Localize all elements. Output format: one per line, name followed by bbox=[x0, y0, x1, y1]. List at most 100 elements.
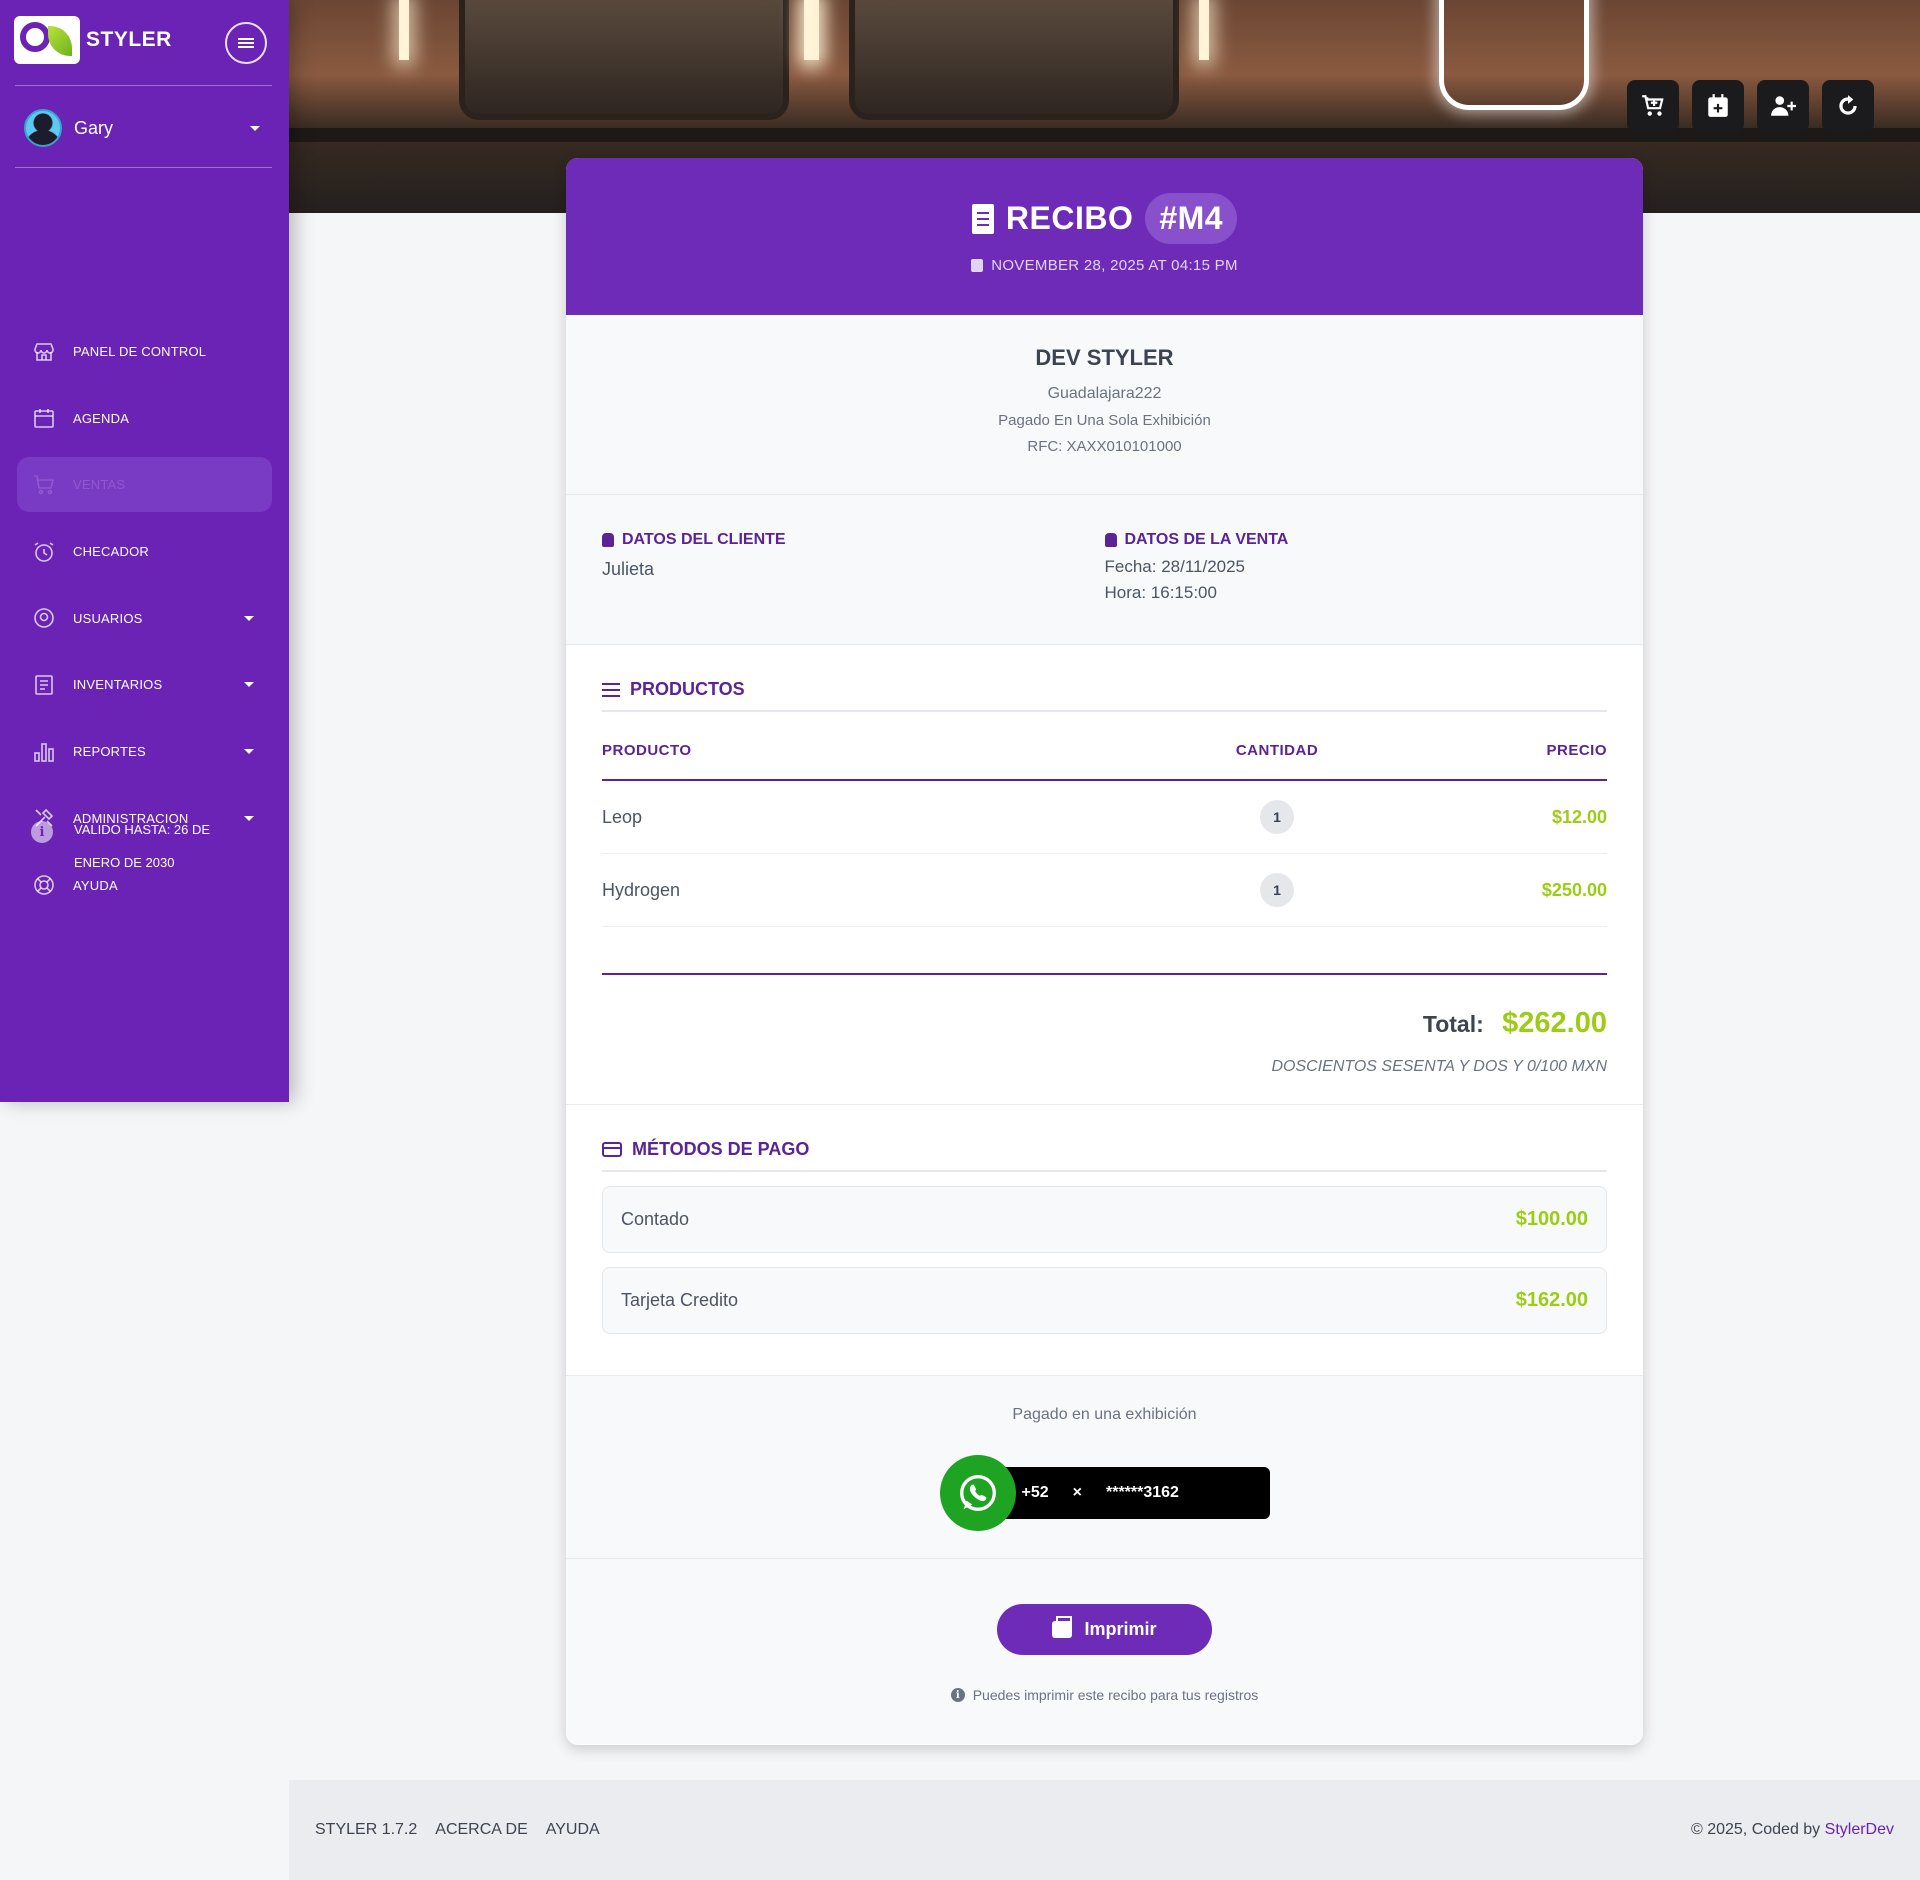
sidebar-item-agenda[interactable]: AGENDA bbox=[17, 391, 272, 446]
refresh-button[interactable] bbox=[1822, 80, 1874, 132]
quantity-badge: 1 bbox=[1260, 800, 1294, 834]
whatsapp-send[interactable]: +52 × ******3162 bbox=[939, 1455, 1270, 1531]
payment-item: Contado $100.00 bbox=[602, 1186, 1607, 1253]
menu-toggle-button[interactable] bbox=[225, 22, 267, 64]
cart-icon bbox=[31, 472, 57, 498]
receipt-title-text: RECIBO bbox=[1005, 200, 1134, 236]
caret-down-icon bbox=[244, 749, 254, 755]
whatsapp-button[interactable] bbox=[939, 1455, 1016, 1531]
products-section: PRODUCTOS PRODUCTO CANTIDAD PRECIO Leop … bbox=[566, 645, 1643, 1105]
receipt-card: RECIBO #M4 NOVEMBER 28, 2025 AT 04:15 PM… bbox=[566, 158, 1643, 1745]
payment-methods: MÉTODOS DE PAGO Contado $100.00 Tarjeta … bbox=[566, 1105, 1643, 1375]
caret-down-icon bbox=[250, 125, 260, 131]
total: Total: $262.00 bbox=[602, 1007, 1607, 1040]
sidebar-item-label: VENTAS bbox=[73, 477, 126, 493]
print-button-label: Imprimir bbox=[1084, 1619, 1157, 1639]
products-table: PRODUCTO CANTIDAD PRECIO Leop 1 $12.00 H… bbox=[602, 742, 1607, 975]
print-hint-text: Puedes imprimir este recibo para tus reg… bbox=[972, 1687, 1259, 1703]
sale-date: Fecha: 28/11/2025 bbox=[1104, 557, 1246, 576]
add-to-cart-button[interactable] bbox=[1627, 80, 1679, 132]
divider bbox=[15, 167, 272, 168]
add-user-button[interactable] bbox=[1757, 80, 1809, 132]
user-plus-icon bbox=[1771, 96, 1796, 116]
receipt-title: RECIBO #M4 bbox=[566, 158, 1643, 244]
add-appointment-button[interactable] bbox=[1692, 80, 1744, 132]
quantity-badge: 1 bbox=[1260, 873, 1294, 907]
footer-link-help[interactable]: AYUDA bbox=[546, 1821, 600, 1839]
page-footer: STYLER 1.7.2 ACERCA DE AYUDA © 2025, Cod… bbox=[289, 1780, 1920, 1880]
payment-methods-title: MÉTODOS DE PAGO bbox=[602, 1139, 1607, 1172]
sidebar-item-panel-de-control[interactable]: PANEL DE CONTROL bbox=[17, 324, 272, 379]
payment-method: Tarjeta Credito bbox=[621, 1290, 739, 1310]
client-details: DATOS DEL CLIENTE Julieta bbox=[602, 531, 1105, 644]
sidebar-item-label: AYUDA bbox=[73, 877, 118, 893]
sidebar-item-reportes[interactable]: REPORTES bbox=[17, 724, 272, 779]
table-row: Hydrogen 1 $250.00 bbox=[602, 854, 1607, 927]
business-info: DEV STYLER Guadalajara222 Pagado En Una … bbox=[566, 315, 1643, 495]
user-name: Gary bbox=[74, 117, 114, 138]
whatsapp-icon bbox=[959, 1475, 996, 1511]
credit-card-icon bbox=[602, 1142, 622, 1157]
copyright-link[interactable]: StylerDev bbox=[1825, 1821, 1894, 1838]
separator: × bbox=[1072, 1484, 1082, 1501]
sidebar-item-label: PANEL DE CONTROL bbox=[73, 344, 207, 359]
footer-link-about[interactable]: ACERCA DE bbox=[435, 1821, 527, 1839]
products-title-text: PRODUCTOS bbox=[630, 679, 745, 699]
printer-icon bbox=[1052, 1616, 1073, 1638]
footer-link-version[interactable]: STYLER 1.7.2 bbox=[315, 1821, 417, 1839]
business-payment-mode: Pagado En Una Sola Exhibición bbox=[998, 412, 1211, 429]
receipt-date-text: NOVEMBER 28, 2025 AT 04:15 PM bbox=[991, 257, 1238, 274]
payment-amount: $100.00 bbox=[1515, 1208, 1588, 1230]
column-header-qty: CANTIDAD bbox=[1235, 742, 1319, 759]
sale-label-text: DATOS DE LA VENTA bbox=[1124, 531, 1289, 548]
bar-chart-icon bbox=[31, 739, 57, 765]
column-header-price: PRECIO bbox=[1546, 742, 1607, 759]
caret-down-icon bbox=[244, 682, 254, 688]
license-info: i VALIDO HASTA: 26 DE ENERO DE 2030 bbox=[31, 813, 261, 879]
user-icon bbox=[602, 533, 614, 547]
product-price: $250.00 bbox=[1541, 879, 1607, 900]
business-name: DEV STYLER bbox=[1035, 345, 1174, 370]
user-menu[interactable]: Gary bbox=[24, 108, 260, 148]
refresh-icon bbox=[1839, 95, 1857, 115]
info-icon: i bbox=[950, 1688, 965, 1702]
sidebar-item-ventas[interactable]: VENTAS bbox=[17, 457, 272, 513]
paid-note: Pagado en una exhibición bbox=[1012, 1406, 1197, 1423]
client-label-text: DATOS DEL CLIENTE bbox=[622, 531, 786, 548]
hamburger-icon bbox=[238, 36, 254, 50]
product-name: Hydrogen bbox=[602, 879, 681, 900]
payment-item: Tarjeta Credito $162.00 bbox=[602, 1267, 1607, 1334]
sidebar-item-usuarios[interactable]: USUARIOS bbox=[17, 591, 272, 646]
calendar-icon bbox=[971, 259, 984, 272]
table-divider bbox=[602, 973, 1607, 975]
caret-down-icon bbox=[244, 615, 254, 621]
sale-data: DATOS DE LA VENTA Fecha: 28/11/2025 Hora… bbox=[1104, 531, 1608, 644]
copyright: © 2025, Coded by StylerDev bbox=[1691, 1821, 1894, 1839]
brand-logo bbox=[14, 16, 80, 64]
calendar-plus-icon bbox=[1708, 94, 1728, 117]
receipt-date: NOVEMBER 28, 2025 AT 04:15 PM bbox=[566, 257, 1643, 274]
payment-method: Contado bbox=[621, 1209, 690, 1229]
cart-plus-icon bbox=[1642, 95, 1664, 116]
sidebar-item-inventarios[interactable]: INVENTARIOS bbox=[17, 657, 272, 712]
sidebar-item-label: CHECADOR bbox=[73, 544, 149, 560]
info-icon: i bbox=[31, 821, 53, 843]
brand[interactable]: STYLER bbox=[14, 16, 172, 64]
client-label: DATOS DEL CLIENTE bbox=[602, 531, 1105, 549]
print-button[interactable]: Imprimir bbox=[997, 1604, 1212, 1655]
product-price: $12.00 bbox=[1551, 806, 1607, 827]
receipt-icon bbox=[971, 203, 994, 234]
payment-methods-title-text: MÉTODOS DE PAGO bbox=[632, 1139, 810, 1159]
sidebar-item-label: INVENTARIOS bbox=[73, 677, 163, 693]
sale-label: DATOS DE LA VENTA bbox=[1104, 531, 1608, 549]
print-section: Imprimir i Puedes imprimir este recibo p… bbox=[566, 1559, 1643, 1744]
payment-amount: $162.00 bbox=[1515, 1289, 1588, 1311]
alarm-clock-icon bbox=[31, 539, 57, 565]
table-header: PRODUCTO CANTIDAD PRECIO bbox=[602, 742, 1607, 781]
sidebar-item-checador[interactable]: CHECADOR bbox=[17, 524, 272, 579]
sidebar-item-label: AGENDA bbox=[73, 410, 130, 426]
products-title: PRODUCTOS bbox=[602, 679, 1607, 712]
copyright-text: © 2025, Coded by bbox=[1690, 1821, 1821, 1838]
whatsapp-number-bar[interactable]: +52 × ******3162 bbox=[989, 1467, 1270, 1519]
business-rfc: RFC: XAXX010101000 bbox=[1027, 438, 1182, 455]
